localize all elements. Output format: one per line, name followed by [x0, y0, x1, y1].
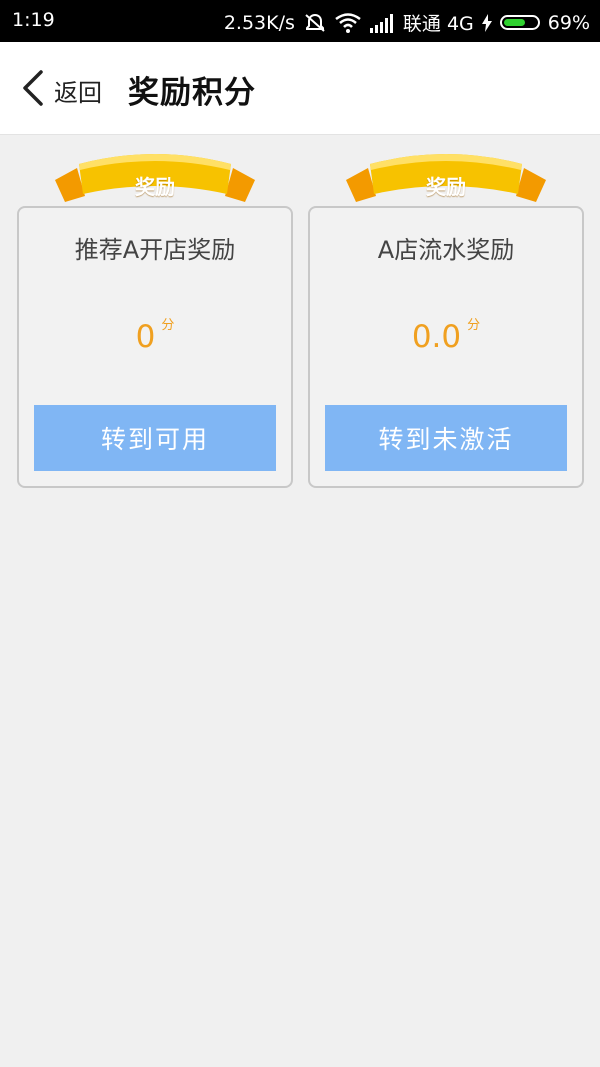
battery-fill — [503, 19, 525, 26]
card-points: 0.0 分 — [310, 314, 582, 355]
back-button[interactable]: 返回 — [22, 70, 102, 110]
card-panel: A店流水奖励 0.0 分 转到未激活 — [308, 206, 584, 488]
mute-vibrate-icon — [303, 12, 327, 34]
points-unit: 分 — [467, 318, 481, 333]
app-header: 返回 奖励积分 — [0, 42, 600, 135]
network-speed: 2.53K/s — [223, 11, 295, 34]
battery-percent: 69% — [547, 11, 590, 34]
status-time: 1:19 — [12, 9, 55, 31]
reward-card-referral: 奖励 推荐A开店奖励 0分 转到可用 — [17, 150, 293, 488]
card-panel: 推荐A开店奖励 0分 转到可用 — [17, 206, 293, 488]
card-points: 0分 — [19, 314, 291, 355]
charging-icon — [481, 13, 492, 32]
reward-card-turnover: 奖励 A店流水奖励 0.0 分 转到未激活 — [308, 150, 584, 488]
reward-ribbon: 奖励 — [55, 150, 255, 204]
transfer-inactive-button[interactable]: 转到未激活 — [325, 405, 567, 471]
chevron-left-icon — [22, 70, 44, 110]
battery-icon — [499, 15, 540, 30]
carrier-label: 联通 4G — [402, 13, 474, 35]
reward-ribbon: 奖励 — [346, 150, 546, 204]
points-unit: 分 — [161, 318, 175, 333]
page-title: 奖励积分 — [128, 75, 256, 111]
points-value: 0.0 — [411, 319, 462, 355]
status-bar: 1:19 2.53K/s 联通 4G 69% — [0, 0, 600, 42]
ribbon-label: 奖励 — [426, 175, 466, 199]
transfer-available-button[interactable]: 转到可用 — [34, 405, 276, 471]
wifi-icon — [335, 12, 361, 33]
card-title: A店流水奖励 — [377, 236, 515, 264]
back-label: 返回 — [54, 78, 102, 107]
card-title: 推荐A开店奖励 — [74, 236, 236, 264]
signal-icon — [369, 13, 395, 33]
ribbon-label: 奖励 — [135, 175, 175, 199]
points-value: 0 — [135, 319, 156, 355]
status-right-group: 2.53K/s 联通 4G 69% — [224, 9, 590, 36]
